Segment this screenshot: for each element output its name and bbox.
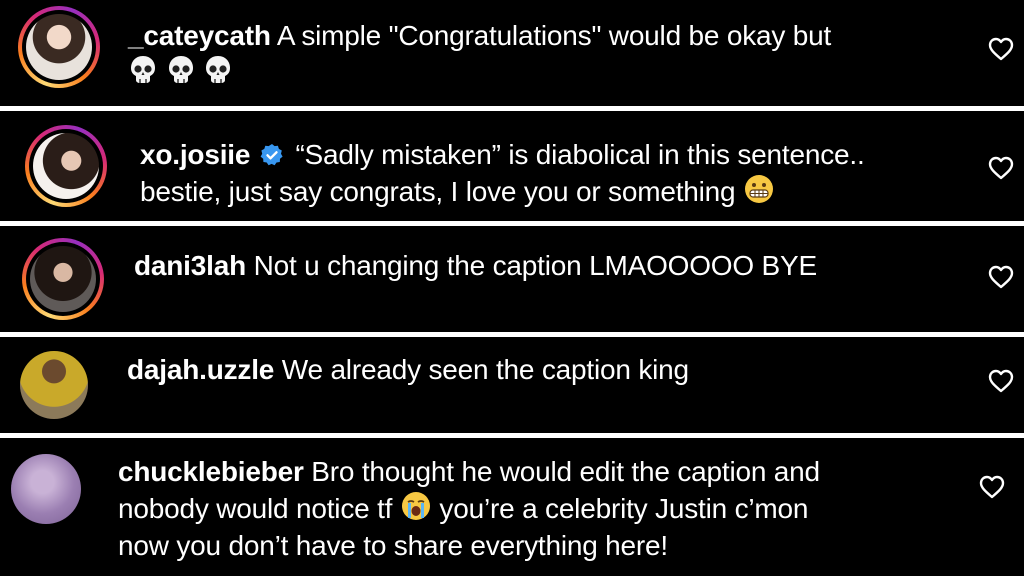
comment-body: A simple "Congratulations" would be okay… — [276, 20, 832, 51]
loudly-crying-face-emoji-icon — [401, 492, 430, 520]
comment-panel-5: chucklebieber Bro thought he would edit … — [0, 438, 1024, 576]
comment-body: We already seen the caption king — [281, 354, 689, 385]
comment-body: Not u changing the caption LMAOOOOO BYE — [253, 250, 818, 281]
grimacing-face-emoji-icon — [745, 175, 774, 203]
comment-text: _cateycath A simple "Congratulations" wo… — [128, 17, 948, 91]
comment-username[interactable]: dajah.uzzle — [127, 354, 274, 385]
comment-username[interactable]: dani3lah — [134, 250, 246, 281]
heart-outline-icon[interactable] — [988, 265, 1014, 289]
comment-body-line3: now you don’t have to share everything h… — [118, 530, 668, 561]
comment-body-line2-end: you’re a celebrity Justin c’mon — [439, 493, 809, 524]
comment-text: dajah.uzzle We already seen the caption … — [127, 351, 947, 388]
skull-icon — [168, 56, 193, 83]
comment-username[interactable]: chucklebieber — [118, 456, 304, 487]
avatar[interactable] — [26, 14, 92, 80]
comment-body-line2: nobody would notice tf — [118, 493, 393, 524]
comment-body: “Sadly mistaken” is diabolical in this s… — [295, 139, 865, 170]
avatar[interactable] — [33, 133, 99, 199]
comment-text: dani3lah Not u changing the caption LMAO… — [134, 247, 954, 284]
comment-text: xo.josiie “Sadly mistaken” is diabolical… — [140, 136, 960, 210]
comment-body-line2: bestie, just say congrats, I love you or… — [140, 176, 736, 207]
avatar[interactable] — [20, 351, 88, 419]
heart-outline-icon[interactable] — [979, 475, 1005, 499]
avatar[interactable] — [30, 246, 96, 312]
skull-icon — [131, 56, 155, 83]
skull-emoji-group — [128, 56, 233, 88]
skull-icon — [206, 56, 231, 83]
heart-outline-icon[interactable] — [988, 156, 1014, 180]
heart-outline-icon[interactable] — [988, 369, 1014, 393]
comment-username[interactable]: xo.josiie — [140, 139, 250, 170]
comment-panel-4: dajah.uzzle We already seen the caption … — [0, 337, 1024, 433]
comment-username[interactable]: _cateycath — [128, 20, 271, 51]
comment-body: Bro thought he would edit the caption an… — [311, 456, 820, 487]
heart-outline-icon[interactable] — [988, 37, 1014, 61]
avatar[interactable] — [11, 454, 81, 524]
verified-badge-icon — [260, 144, 283, 166]
comment-panel-1: _cateycath A simple "Congratulations" wo… — [0, 0, 1024, 106]
comment-text: chucklebieber Bro thought he would edit … — [118, 453, 958, 564]
comment-panel-2: xo.josiie “Sadly mistaken” is diabolical… — [0, 111, 1024, 221]
comment-panel-3: dani3lah Not u changing the caption LMAO… — [0, 226, 1024, 332]
